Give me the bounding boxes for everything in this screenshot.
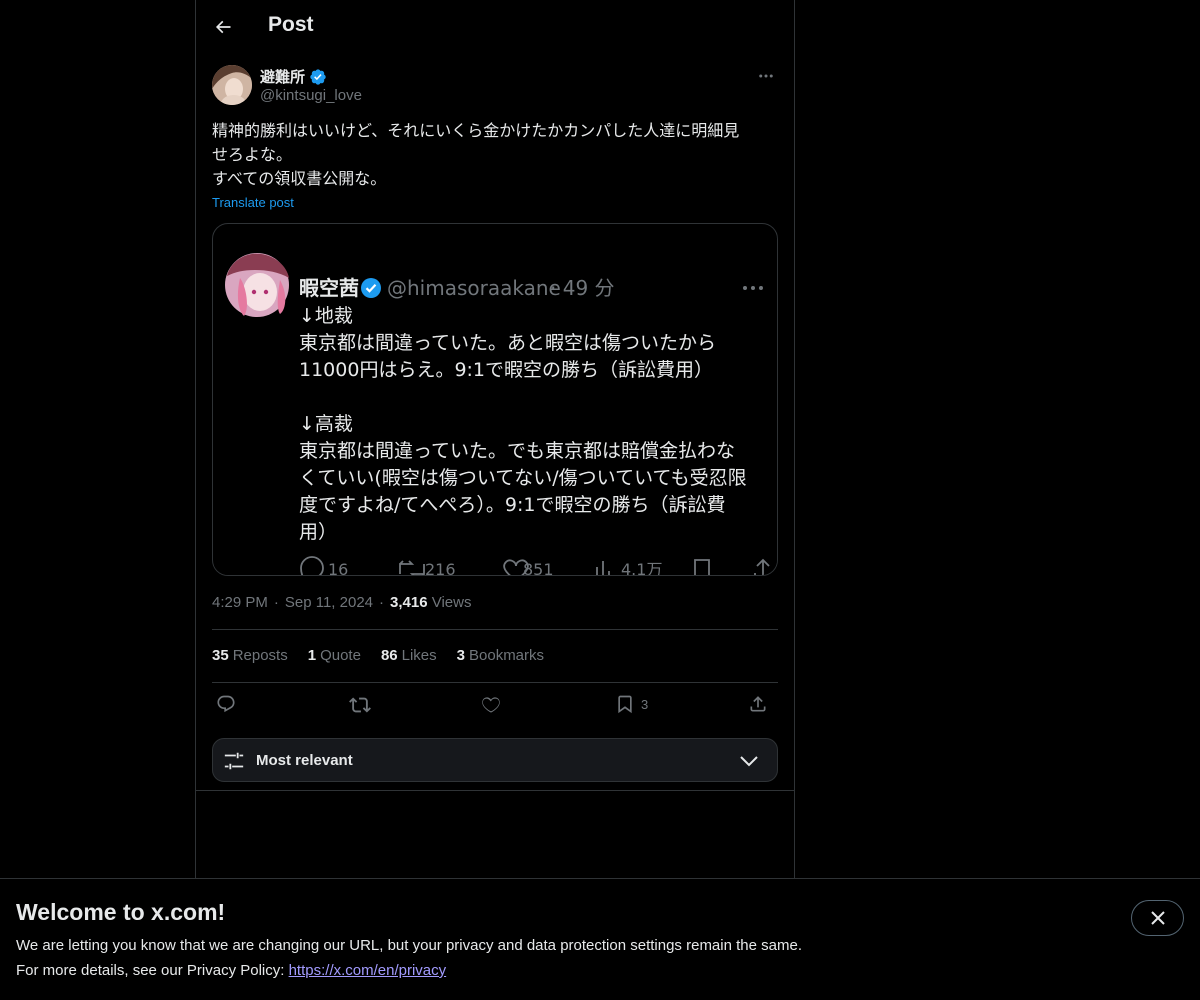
divider-2 [212,682,778,683]
embedded-like-count: 851 [523,560,554,576]
embedded-text-line: 11000円はらえ。9:1で暇空の勝ち（訴訟費用） [299,359,713,381]
name-row: 避難所 [260,66,327,87]
post-date[interactable]: Sep 11, 2024 [285,594,373,611]
share-icon [750,696,766,712]
sliders-icon [224,752,244,770]
embedded-text-line: 東京都は間違っていた。でも東京都は賠償金払わな [299,440,735,462]
repost-icon [349,697,371,713]
avatar[interactable] [212,65,252,105]
embedded-time: · 49 分 [550,276,615,300]
reply-icon [217,695,235,713]
handle[interactable]: @kintsugi_love [260,87,362,104]
banner-message: We are letting you know that we are chan… [16,937,802,954]
close-banner-button[interactable] [1131,900,1184,936]
embedded-more-dots-icon [743,286,763,290]
views-count: 3,416 [390,594,428,611]
stat-bookmarks[interactable]: 3 Bookmarks [457,647,544,664]
repost-button[interactable] [349,694,371,716]
reply-button[interactable] [216,694,236,714]
divider [212,629,778,630]
banner-privacy-line: For more details, see our Privacy Policy… [16,962,446,979]
embedded-handle: @himasoraakane [387,276,561,300]
embedded-text-line: ↓高裁 [299,413,353,435]
top-bar: Post [196,0,794,55]
like-button[interactable] [481,694,501,714]
heart-icon [482,697,500,713]
post-text: 精神的勝利はいいけど、それにいくら金かけたかカンパした人達に明細見 せろよな。 … [212,121,740,188]
post-author: 避難所 @kintsugi_love [212,64,778,108]
embedded-text-line: 用） [299,521,337,543]
banner-title: Welcome to x.com! [16,899,226,925]
embedded-view-count: 4.1万 [621,560,662,576]
embedded-text-line: 度ですよね/てへぺろ）。9:1で暇空の勝ち（訴訟費 [299,494,725,516]
more-dots-icon [759,74,773,78]
post-actions: 3 [212,692,778,722]
bookmark-button[interactable]: 3 [615,694,648,714]
divider-3 [196,790,794,791]
page-title: Post [268,13,314,36]
bookmark-icon [618,695,632,714]
share-button[interactable] [748,694,768,714]
stat-reposts[interactable]: 35 Reposts [212,647,288,664]
banner-privacy-prefix: For more details, see our Privacy Policy… [16,962,289,979]
embedded-text-line: 東京都は間違っていた。あと暇空は傷ついたから [299,332,716,354]
verified-badge-icon [310,68,326,85]
stat-quotes[interactable]: 1 Quote [308,647,361,664]
more-options-button[interactable] [754,64,778,88]
stat-likes[interactable]: 86 Likes [381,647,437,664]
embedded-image[interactable]: 暇空茜 @himasoraakane · 49 分 ↓地裁東京都は間違っていた。… [212,223,778,576]
arrow-left-icon [215,20,231,34]
close-icon [1150,911,1165,925]
chevron-down-icon [740,756,758,767]
views-info: 3,416 Views [390,594,471,611]
display-name[interactable]: 避難所 [260,66,305,87]
views-label: Views [431,594,472,611]
post-stats: 35 Reposts 1 Quote 86 Likes 3 Bookmarks [212,647,544,664]
sort-replies-dropdown[interactable]: Most relevant [212,738,778,782]
post-time[interactable]: 4:29 PM [212,594,268,611]
post-meta: 4:29 PM · Sep 11, 2024 · 3,416 Views [212,594,471,611]
embedded-avatar-icon [225,253,289,317]
embedded-text-line: くていい(暇空は傷ついてない/傷ついていても受忍限 [299,467,747,489]
embedded-verified-icon [361,278,381,298]
meta-separator: · [273,594,279,611]
translate-post-link[interactable]: Translate post [212,195,294,210]
main-column: Post 避難所 @kintsugi_love 精神的勝利はいいけど、それにいく… [195,0,795,878]
embedded-repost-count: 216 [425,560,456,576]
embedded-reply-count: 16 [328,560,348,576]
back-button[interactable] [208,12,238,42]
embedded-tweet-screenshot: 暇空茜 @himasoraakane · 49 分 ↓地裁東京都は間違っていた。… [214,238,777,576]
privacy-policy-link[interactable]: https://x.com/en/privacy [289,962,447,979]
bookmark-count: 3 [641,696,649,712]
embedded-text-line: ↓地裁 [299,305,353,327]
meta-separator-2: · [379,594,385,611]
sort-label: Most relevant [256,752,353,769]
embedded-display-name: 暇空茜 [299,276,359,300]
welcome-banner: Welcome to x.com! We are letting you kno… [0,878,1200,1000]
